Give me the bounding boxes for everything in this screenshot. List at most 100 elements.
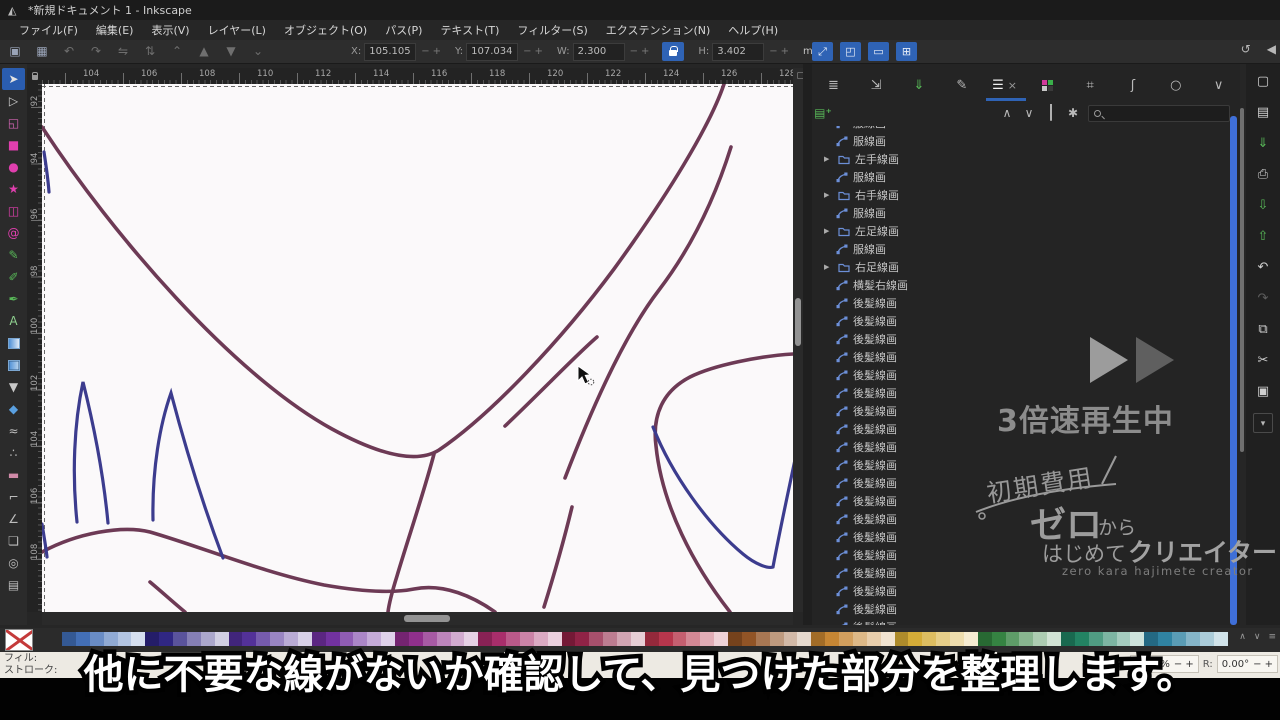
palette-swatch[interactable] — [242, 632, 257, 646]
palette-swatch[interactable] — [783, 632, 798, 646]
move-down-button[interactable]: ∨ — [1018, 106, 1040, 120]
raise-top-icon[interactable]: ⌃ — [168, 42, 186, 60]
rotation-field[interactable]: 0.00° − + — [1216, 655, 1278, 673]
palette-swatch[interactable] — [311, 632, 326, 646]
palette-swatch[interactable] — [367, 632, 382, 646]
layer-row[interactable]: 服線画 — [814, 204, 1230, 222]
menu-item-1[interactable]: 編集(E) — [87, 20, 143, 40]
palette-swatch[interactable] — [395, 632, 409, 646]
palette-swatch[interactable] — [1213, 632, 1228, 646]
palette-swatch[interactable] — [672, 632, 687, 646]
more-dialogs-chevron[interactable]: ∨ — [1197, 71, 1240, 99]
palette-swatch[interactable] — [1019, 632, 1034, 646]
palette-swatch[interactable] — [381, 632, 395, 646]
y-input[interactable] — [466, 42, 519, 61]
palette-swatch[interactable] — [1061, 632, 1075, 646]
flip-vertical-icon[interactable]: ⇅ — [141, 42, 159, 60]
open-icon[interactable]: ▤ — [1253, 103, 1273, 123]
box-3d-tool[interactable]: ◫ — [2, 200, 25, 222]
expander-icon[interactable]: ▶ — [824, 155, 833, 163]
palette-swatch[interactable] — [1102, 632, 1117, 646]
palette-swatch[interactable] — [811, 632, 826, 646]
palette-swatch[interactable] — [214, 632, 229, 646]
paint-bucket-tool[interactable]: ◆ — [2, 398, 25, 420]
menu-item-0[interactable]: ファイル(F) — [10, 20, 87, 40]
palette-scroll-up-icon[interactable]: ∧ — [1239, 632, 1246, 642]
palette-swatch[interactable] — [256, 632, 271, 646]
palette-swatch[interactable] — [769, 632, 784, 646]
layer-row[interactable]: 後髪線画 — [814, 312, 1230, 330]
palette-swatch[interactable] — [478, 632, 493, 646]
layer-row[interactable]: ▶ 右手線画 — [814, 186, 1230, 204]
palette-swatch[interactable] — [422, 632, 437, 646]
palette-swatch[interactable] — [977, 632, 992, 646]
palette-swatch[interactable] — [1074, 632, 1089, 646]
palette-swatch[interactable] — [755, 632, 770, 646]
layer-row[interactable]: 後髪線画 — [814, 492, 1230, 510]
palette-swatch[interactable] — [908, 632, 923, 646]
menu-item-7[interactable]: フィルター(S) — [508, 20, 596, 40]
layer-row[interactable]: 横髪右線画 — [814, 276, 1230, 294]
dock-scrollbar[interactable] — [1240, 108, 1244, 452]
layer-row[interactable]: 服線画 — [814, 168, 1230, 186]
measure-tool[interactable]: ∠ — [2, 508, 25, 530]
select-all-icon[interactable]: ▣ — [6, 42, 24, 60]
rotate-cw-icon[interactable]: ↷ — [87, 42, 105, 60]
mesh-tool[interactable] — [2, 354, 25, 376]
scale-patterns-toggle[interactable]: ⊞ — [896, 42, 917, 61]
palette-swatch[interactable] — [1199, 632, 1214, 646]
ellipse-tool[interactable]: ● — [2, 156, 25, 178]
layer-row[interactable]: 後髪線画 — [814, 600, 1230, 618]
palette-swatch[interactable] — [880, 632, 895, 646]
rectangle-tool[interactable]: ■ — [2, 134, 25, 156]
canvas-horizontal-scrollbar[interactable] — [42, 612, 793, 625]
palette-swatch[interactable] — [797, 632, 812, 646]
zoom-field[interactable]: 1102% − + — [1129, 655, 1199, 673]
palette-swatch[interactable] — [589, 632, 604, 646]
palette-swatch[interactable] — [436, 632, 451, 646]
palette-swatch[interactable] — [131, 632, 146, 646]
layer-row[interactable]: ▶ 左手線画 — [814, 150, 1230, 168]
delete-object-button[interactable] — [1040, 104, 1062, 121]
scale-corners-toggle[interactable]: ◰ — [840, 42, 861, 61]
vertical-ruler[interactable]: 92 94 96 98 100 102 104 106 108 — [27, 84, 42, 612]
dropper-tool[interactable]: ▼ — [2, 376, 25, 398]
w-steppers[interactable]: −+ — [630, 46, 653, 57]
palette-swatch[interactable] — [1144, 632, 1159, 646]
import-icon[interactable]: ⇩ — [1253, 196, 1273, 216]
palette-swatch[interactable] — [270, 632, 284, 646]
layer-row[interactable]: 後髪線画 — [814, 456, 1230, 474]
palette-swatch[interactable] — [561, 632, 576, 646]
palette-swatch[interactable] — [866, 632, 881, 646]
tweak-tool[interactable]: ≈ — [2, 420, 25, 442]
more-actions-icon[interactable]: ▾ — [1253, 413, 1273, 433]
h-steppers[interactable]: −+ — [769, 46, 792, 57]
fill-stroke-indicator[interactable]: フィル: ストローク: — [4, 653, 57, 677]
palette-swatch[interactable] — [894, 632, 909, 646]
objects-search-input[interactable] — [1088, 104, 1230, 122]
menu-item-9[interactable]: ヘルプ(H) — [719, 20, 787, 40]
palette-swatch[interactable] — [159, 632, 173, 646]
palette-swatch[interactable] — [630, 632, 645, 646]
copy-icon[interactable]: ⧉ — [1253, 320, 1273, 340]
palette-swatch[interactable] — [741, 632, 756, 646]
menu-item-3[interactable]: レイヤー(L) — [199, 20, 275, 40]
layer-row[interactable]: 後髪線画 — [814, 582, 1230, 600]
artwork-path[interactable] — [148, 580, 187, 612]
objects-panel-scrollbar[interactable] — [1230, 116, 1237, 625]
palette-swatch[interactable] — [62, 632, 76, 646]
paste-icon[interactable]: ▣ — [1253, 382, 1273, 402]
palette-swatch[interactable] — [603, 632, 617, 646]
palette-swatch[interactable] — [450, 632, 465, 646]
layer-row[interactable]: 後髪線画 — [814, 330, 1230, 348]
palette-swatch[interactable] — [506, 632, 520, 646]
palette-swatch[interactable] — [1005, 632, 1020, 646]
spiral-tool[interactable]: @ — [2, 222, 25, 244]
menu-item-2[interactable]: 表示(V) — [142, 20, 198, 40]
export-icon[interactable]: ⇧ — [1253, 227, 1273, 247]
palette-swatch[interactable] — [464, 632, 479, 646]
palette-swatch[interactable] — [852, 632, 867, 646]
layer-row[interactable]: 服線画 — [814, 240, 1230, 258]
menu-item-6[interactable]: テキスト(T) — [431, 20, 508, 40]
settings-button[interactable]: ✱ — [1062, 106, 1084, 120]
